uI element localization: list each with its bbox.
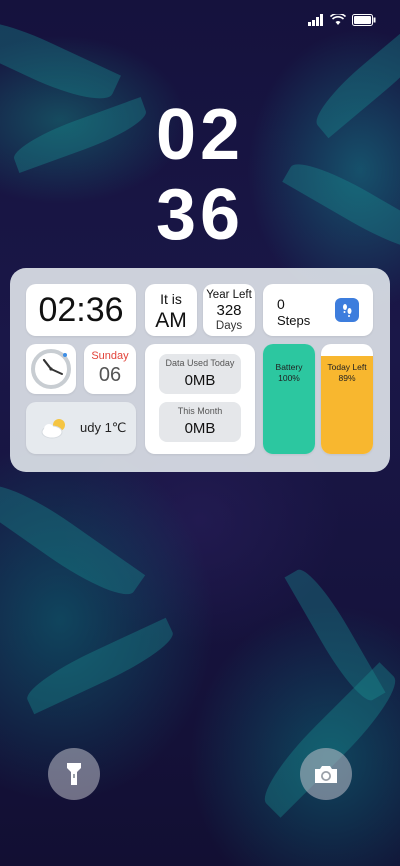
year-left-label: Year Left [206,289,252,301]
today-left-card[interactable]: Today Left 89% [321,344,373,454]
weekday-label: Sunday [91,350,129,362]
data-used-today-value: 0MB [184,372,216,389]
battery-value: 100% [278,373,300,383]
signal-icon [308,14,323,26]
day-number: 06 [98,364,122,386]
steps-card[interactable]: 0 Steps [263,284,373,336]
data-this-month: This Month 0MB [159,402,241,442]
ampm-prefix: It is [160,291,182,307]
partly-cloudy-icon [41,419,65,439]
steps-label: Steps [277,313,311,328]
date-card[interactable]: Sunday 06 [84,344,136,394]
lockscreen-minute: 36 [155,175,245,255]
data-usage-card[interactable]: Data Used Today 0MB This Month 0MB [145,344,255,454]
battery-card[interactable]: Battery 100% [263,344,315,454]
year-left-unit: Days [215,320,243,332]
camera-icon [315,766,337,783]
year-left-value: 328 [216,302,242,319]
year-left-card[interactable]: Year Left 328 Days [203,284,255,336]
analog-clock-card[interactable] [26,344,76,394]
flashlight-button[interactable] [48,748,100,800]
wifi-icon [330,14,346,25]
ampm-value: AM [155,309,187,332]
steps-value: 0 [277,296,285,312]
digital-time: 02:36 [38,290,124,329]
battery-icon [352,14,376,26]
footprints-icon [335,298,359,322]
widget-panel[interactable]: 02:36 It is AM Year Left 328 Days 0 Step… [10,268,390,472]
data-used-today: Data Used Today 0MB [159,354,241,394]
today-left-text: Today Left 89% [321,362,373,384]
weather-text: udy 1℃ [80,420,127,435]
camera-button[interactable] [300,748,352,800]
weather-card[interactable]: udy 1℃ [26,402,136,454]
digital-clock-card[interactable]: 02:36 [26,284,136,336]
today-left-value: 89% [338,373,356,383]
status-bar [308,14,376,26]
battery-text: Battery 100% [263,362,315,384]
battery-label: Battery [275,362,303,372]
data-used-today-label: Data Used Today [165,358,235,368]
ampm-card[interactable]: It is AM [145,284,197,336]
today-left-label: Today Left [327,362,367,372]
flashlight-icon [67,763,81,785]
this-month-label: This Month [177,406,223,416]
battery-level-fill [263,344,315,454]
analog-clock-icon [31,349,71,389]
this-month-value: 0MB [184,420,216,437]
lockscreen-hour: 02 [155,95,245,175]
